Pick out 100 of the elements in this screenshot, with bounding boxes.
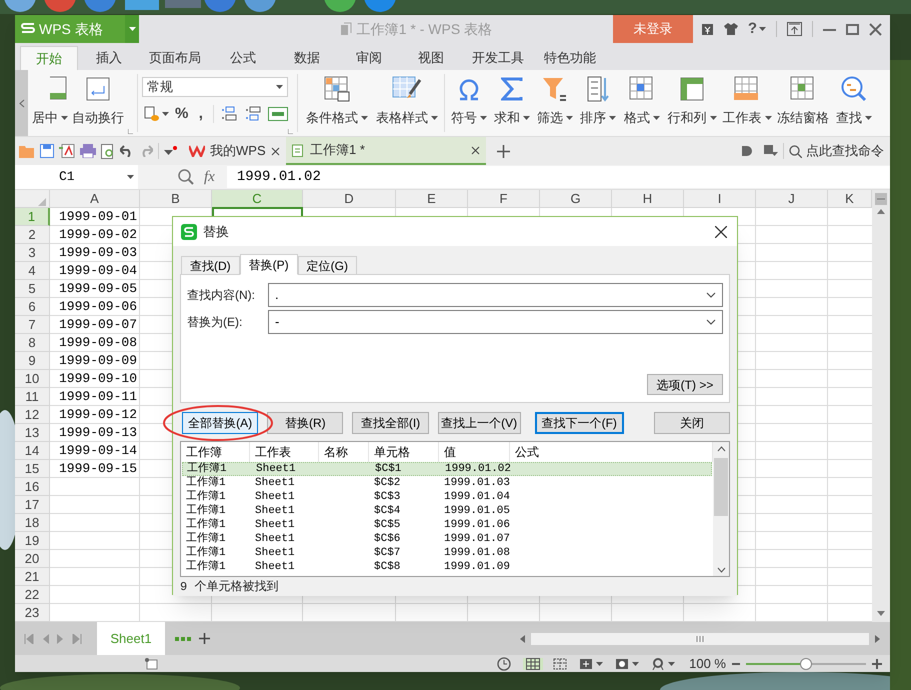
- slider-thumb[interactable]: [800, 658, 812, 670]
- ribbon-tool-button[interactable]: 条件格式: [302, 70, 372, 136]
- command-search-field[interactable]: 点此查找命令: [789, 141, 890, 161]
- split-handle-icon[interactable]: [875, 193, 887, 205]
- ribbon-tool-button[interactable]: 居中: [28, 70, 68, 136]
- row-header[interactable]: 10: [15, 370, 50, 388]
- row-header[interactable]: 9: [15, 352, 50, 370]
- row-header[interactable]: 22: [15, 586, 50, 604]
- result-row[interactable]: 工作簿1 Sheet1 $C$4 1999.01.05: [182, 504, 712, 518]
- column-header[interactable]: J: [756, 190, 828, 208]
- ribbon-tool-button[interactable]: 符号: [447, 70, 491, 136]
- row-header[interactable]: 14: [15, 442, 50, 460]
- row-header[interactable]: 17: [15, 496, 50, 514]
- row-header[interactable]: 12: [15, 406, 50, 424]
- pdf-export-icon[interactable]: [59, 144, 75, 158]
- arrow-up-icon[interactable]: [877, 209, 885, 214]
- vertical-scrollbar[interactable]: [872, 190, 890, 622]
- ribbon-tab[interactable]: 开始: [20, 46, 78, 70]
- upload-icon[interactable]: [787, 22, 802, 36]
- dialog-button[interactable]: 查找上一个(V): [438, 412, 521, 434]
- ribbon-tab[interactable]: 特色功能: [534, 46, 606, 70]
- plus-icon[interactable]: [872, 658, 882, 668]
- window-menu-icon[interactable]: [764, 145, 778, 157]
- horizontal-scrollbar[interactable]: [520, 632, 880, 646]
- row-header[interactable]: 15: [15, 460, 50, 478]
- minus-icon[interactable]: [732, 662, 740, 664]
- row-header[interactable]: 13: [15, 424, 50, 442]
- number-format-button[interactable]: ,: [194, 103, 208, 126]
- zoom-icon[interactable]: [178, 169, 194, 185]
- page-break-icon[interactable]: [553, 658, 568, 670]
- dialog-tab[interactable]: 定位(G): [298, 256, 357, 275]
- row-header[interactable]: 19: [15, 532, 50, 550]
- row-header[interactable]: 7: [15, 316, 50, 334]
- increase-decimal-icon[interactable]: [220, 106, 238, 122]
- number-format-select[interactable]: 常规: [142, 77, 288, 97]
- result-row[interactable]: 工作簿1 Sheet1 $C$5 1999.01.06: [182, 518, 712, 532]
- ribbon-tab[interactable]: 页面布局: [140, 46, 210, 70]
- ribbon-tab[interactable]: 审阅: [338, 46, 400, 70]
- row-header[interactable]: 21: [15, 568, 50, 586]
- ribbon-tool-button[interactable]: 行和列: [665, 70, 719, 136]
- dialog-button[interactable]: 替换(R): [267, 412, 344, 434]
- scrollbar-thumb[interactable]: [531, 632, 869, 644]
- ribbon-tool-button[interactable]: 排序: [577, 70, 619, 136]
- row-header[interactable]: 4: [15, 262, 50, 280]
- plus-icon[interactable]: [199, 633, 210, 644]
- close-icon[interactable]: [715, 226, 727, 238]
- ribbon-tool-button[interactable]: 表格样式: [372, 70, 442, 136]
- arrow-down-icon[interactable]: [877, 611, 885, 616]
- result-row[interactable]: 工作簿1 Sheet1 $C$1 1999.01.02: [182, 462, 712, 476]
- view-options-button[interactable]: [651, 658, 676, 670]
- caret-icon[interactable]: [125, 15, 139, 43]
- column-header[interactable]: E: [396, 190, 468, 208]
- column-header[interactable]: I: [684, 190, 756, 208]
- arrow-right-icon[interactable]: [875, 634, 880, 642]
- form-icon[interactable]: [145, 658, 158, 670]
- row-header[interactable]: 11: [15, 388, 50, 406]
- shirt-icon[interactable]: [724, 23, 738, 35]
- ribbon-tool-button[interactable]: 筛选: [533, 70, 577, 136]
- maximize-icon[interactable]: [846, 22, 859, 36]
- ribbon-tab[interactable]: 公式: [210, 46, 276, 70]
- row-header[interactable]: 8: [15, 334, 50, 352]
- number-format-button[interactable]: %: [175, 103, 188, 126]
- ribbon-tab[interactable]: 插入: [78, 46, 140, 70]
- formula-field[interactable]: 1999.01.02: [226, 166, 890, 188]
- ribbon-tool-button[interactable]: 格式: [619, 70, 665, 136]
- result-row[interactable]: 工作簿1 Sheet1 $C$6 1999.01.07: [182, 532, 712, 546]
- ribbon-tab[interactable]: 数据: [276, 46, 338, 70]
- dialog-button[interactable]: 查找下一个(F): [534, 412, 624, 434]
- view-options-button[interactable]: [615, 658, 640, 670]
- dialog-button[interactable]: 全部替换(A): [182, 412, 258, 434]
- column-header[interactable]: F: [468, 190, 540, 208]
- column-header[interactable]: D: [303, 190, 396, 208]
- result-row[interactable]: 工作簿1 Sheet1 $C$8 1999.01.09: [182, 560, 712, 574]
- sheet-tab[interactable]: Sheet1: [97, 622, 165, 655]
- dialog-button[interactable]: 查找全部(I): [352, 412, 429, 434]
- view-options-button[interactable]: [579, 658, 604, 670]
- ribbon-tab[interactable]: 开发工具: [462, 46, 534, 70]
- close-icon[interactable]: [471, 146, 480, 154]
- column-header[interactable]: G: [540, 190, 612, 208]
- launcher-icon[interactable]: [128, 129, 133, 134]
- row-header[interactable]: 20: [15, 550, 50, 568]
- ribbon-tool-button[interactable]: 查找: [831, 70, 877, 136]
- dialog-tab[interactable]: 查找(D): [181, 256, 240, 275]
- chevron-down-icon[interactable]: [716, 567, 726, 573]
- arrow-left-icon[interactable]: [520, 634, 525, 642]
- wallet-icon[interactable]: [700, 22, 714, 36]
- result-row[interactable]: 工作簿1 Sheet1 $C$3 1999.01.04: [182, 490, 712, 504]
- options-button[interactable]: 选项(T) >>: [647, 374, 723, 395]
- row-header[interactable]: 18: [15, 514, 50, 532]
- column-header[interactable]: A: [50, 190, 140, 208]
- dropdown-icon[interactable]: [164, 146, 178, 156]
- row-header[interactable]: 3: [15, 244, 50, 262]
- input-field[interactable]: -: [268, 310, 723, 334]
- scientific-format-icon[interactable]: [268, 107, 288, 122]
- launcher-icon[interactable]: [288, 129, 293, 134]
- decrease-decimal-icon[interactable]: [244, 106, 262, 122]
- row-header[interactable]: 5: [15, 280, 50, 298]
- print-icon[interactable]: [80, 144, 96, 158]
- function-button[interactable]: fx: [204, 166, 215, 188]
- plus-icon[interactable]: [497, 144, 510, 158]
